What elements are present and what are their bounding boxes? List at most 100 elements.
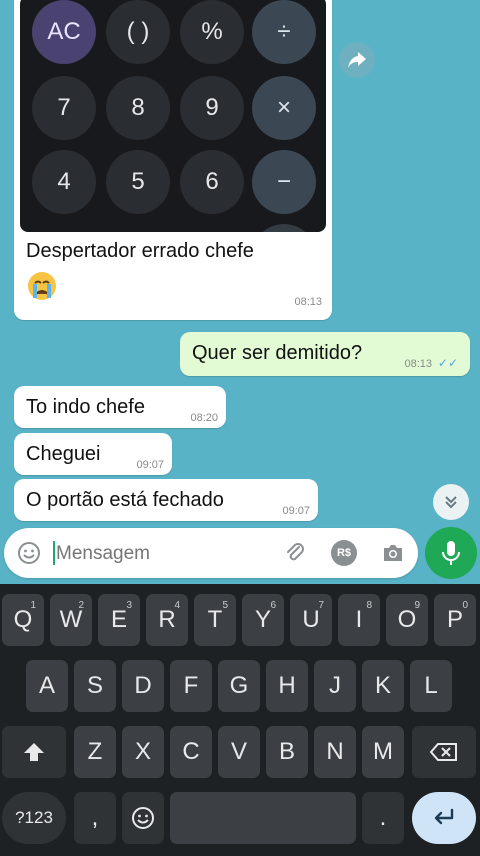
emoji-icon: [18, 542, 40, 564]
period-key[interactable]: .: [362, 792, 404, 844]
key-hint: 9: [414, 600, 420, 611]
key-m[interactable]: M: [362, 726, 404, 778]
calc-key-parens: ( ): [106, 0, 170, 64]
incoming-message[interactable]: O portão está fechado 09:07: [14, 479, 318, 521]
key-hint: 2: [78, 600, 84, 611]
key-label: T: [207, 606, 223, 633]
backspace-icon: [429, 743, 457, 761]
key-hint: 6: [270, 600, 276, 611]
payment-button[interactable]: R$: [331, 540, 357, 566]
key-k[interactable]: K: [362, 660, 404, 712]
calc-key-percent: %: [180, 0, 244, 64]
key-n[interactable]: N: [314, 726, 356, 778]
forward-icon: [348, 52, 366, 68]
key-hint: 0: [462, 600, 468, 611]
mic-icon: [442, 541, 460, 565]
key-p[interactable]: P0: [434, 594, 476, 646]
key-t[interactable]: T5: [194, 594, 236, 646]
enter-key[interactable]: [412, 792, 476, 844]
shift-key[interactable]: [2, 726, 66, 778]
key-hint: 4: [174, 600, 180, 611]
key-label: Y: [254, 606, 271, 633]
message-time: 09:07: [136, 459, 164, 471]
key-label: P: [446, 606, 463, 633]
key-s[interactable]: S: [74, 660, 116, 712]
symbols-key[interactable]: ?123: [2, 792, 66, 844]
key-c[interactable]: C: [170, 726, 212, 778]
attach-button[interactable]: [282, 540, 308, 566]
incoming-message[interactable]: Cheguei 09:07: [14, 433, 172, 475]
image-message[interactable]: AC ( ) % ÷ 7 8 9 × 4 5 6 − Despertador e…: [14, 0, 332, 320]
camera-icon: [384, 545, 402, 561]
keyboard: Q1 W2 E3 R4 T5 Y6 U7 I8 O9 P0 A S D F G …: [0, 584, 480, 856]
key-label: U: [302, 606, 320, 633]
key-hint: 3: [126, 600, 132, 611]
key-y[interactable]: Y6: [242, 594, 284, 646]
key-hint: 1: [30, 600, 36, 611]
calc-key-7: 7: [32, 76, 96, 140]
chat-area: AC ( ) % ÷ 7 8 9 × 4 5 6 − Despertador e…: [0, 0, 480, 584]
forward-button[interactable]: [339, 42, 375, 78]
space-key[interactable]: [170, 792, 356, 844]
calc-key-ac: AC: [32, 0, 96, 64]
key-l[interactable]: L: [410, 660, 452, 712]
shift-icon: [24, 743, 44, 761]
emoji-key-icon: [132, 807, 154, 829]
key-z[interactable]: Z: [74, 726, 116, 778]
message-time: 08:20: [190, 412, 218, 424]
calc-key-multiply: ×: [252, 76, 316, 140]
calc-key-minus: −: [252, 150, 316, 214]
calc-key-8: 8: [106, 76, 170, 140]
key-o[interactable]: O9: [386, 594, 428, 646]
attach-icon: [287, 543, 304, 561]
message-time: 08:13: [404, 358, 432, 370]
key-d[interactable]: D: [122, 660, 164, 712]
calculator-image[interactable]: AC ( ) % ÷ 7 8 9 × 4 5 6 −: [20, 0, 326, 232]
key-g[interactable]: G: [218, 660, 260, 712]
key-j[interactable]: J: [314, 660, 356, 712]
calc-key-6: 6: [180, 150, 244, 214]
key-v[interactable]: V: [218, 726, 260, 778]
key-label: R: [158, 606, 176, 633]
message-input[interactable]: [54, 540, 268, 568]
emoji-key[interactable]: [122, 792, 164, 844]
message-time: 09:07: [282, 505, 310, 517]
camera-button[interactable]: [380, 540, 406, 566]
key-e[interactable]: E3: [98, 594, 140, 646]
calc-key-divide: ÷: [252, 0, 316, 64]
calc-key-9: 9: [180, 76, 244, 140]
comma-key[interactable]: ,: [74, 792, 116, 844]
key-f[interactable]: F: [170, 660, 212, 712]
key-b[interactable]: B: [266, 726, 308, 778]
key-label: E: [110, 606, 127, 633]
incoming-message[interactable]: To indo chefe 08:20: [14, 386, 226, 428]
message-text: To indo chefe: [26, 396, 145, 418]
message-text: Quer ser demitido?: [192, 342, 363, 364]
image-caption: Despertador errado chefe: [26, 240, 254, 262]
emoji-button[interactable]: [16, 540, 42, 566]
key-a[interactable]: A: [26, 660, 68, 712]
calc-key-4: 4: [32, 150, 96, 214]
key-i[interactable]: I8: [338, 594, 380, 646]
read-receipt-icon: ✓✓: [437, 356, 458, 370]
calc-key-partial: [252, 224, 316, 232]
key-hint: 7: [318, 600, 324, 611]
mic-button[interactable]: [425, 527, 477, 579]
message-input-bar[interactable]: R$: [4, 528, 418, 578]
key-x[interactable]: X: [122, 726, 164, 778]
message-text: Cheguei: [26, 443, 101, 465]
key-q[interactable]: Q1: [2, 594, 44, 646]
key-w[interactable]: W2: [50, 594, 92, 646]
outgoing-message[interactable]: Quer ser demitido? 08:13 ✓✓: [180, 332, 470, 376]
key-u[interactable]: U7: [290, 594, 332, 646]
scroll-down-button[interactable]: [433, 484, 469, 520]
crying-face-icon: [28, 272, 56, 300]
key-h[interactable]: H: [266, 660, 308, 712]
image-time: 08:13: [294, 296, 322, 308]
key-hint: 8: [366, 600, 372, 611]
key-r[interactable]: R4: [146, 594, 188, 646]
calc-key-5: 5: [106, 150, 170, 214]
backspace-key[interactable]: [412, 726, 476, 778]
enter-icon: [434, 808, 454, 825]
key-label: I: [355, 606, 363, 633]
